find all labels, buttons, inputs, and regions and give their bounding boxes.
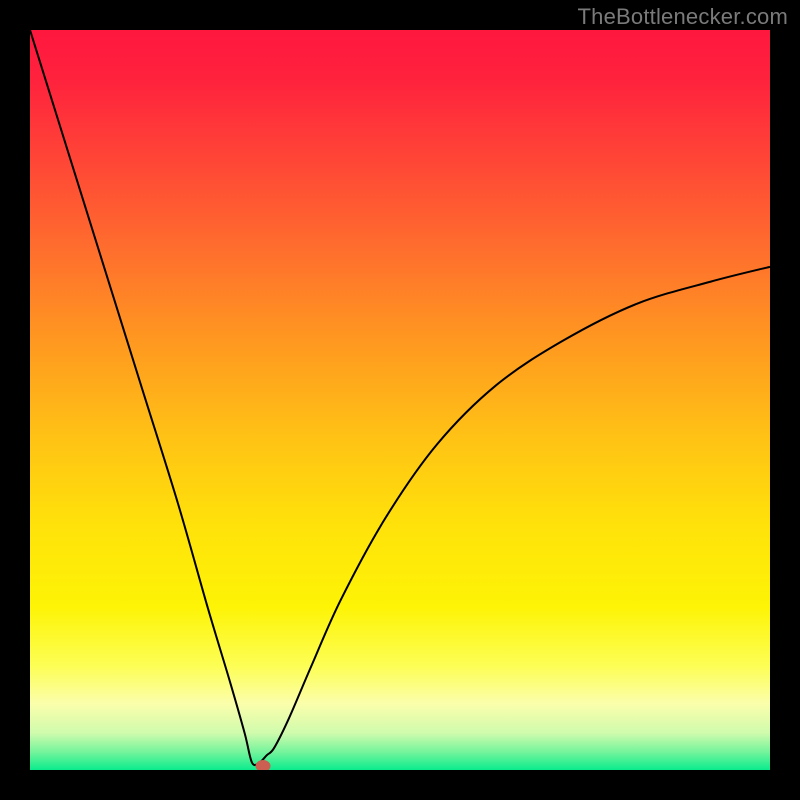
curve-layer	[30, 30, 770, 770]
chart-frame: TheBottlenecker.com	[0, 0, 800, 800]
watermark-text: TheBottlenecker.com	[578, 4, 788, 30]
optimum-marker	[256, 760, 271, 770]
plot-area	[30, 30, 770, 770]
bottleneck-curve	[30, 30, 770, 765]
